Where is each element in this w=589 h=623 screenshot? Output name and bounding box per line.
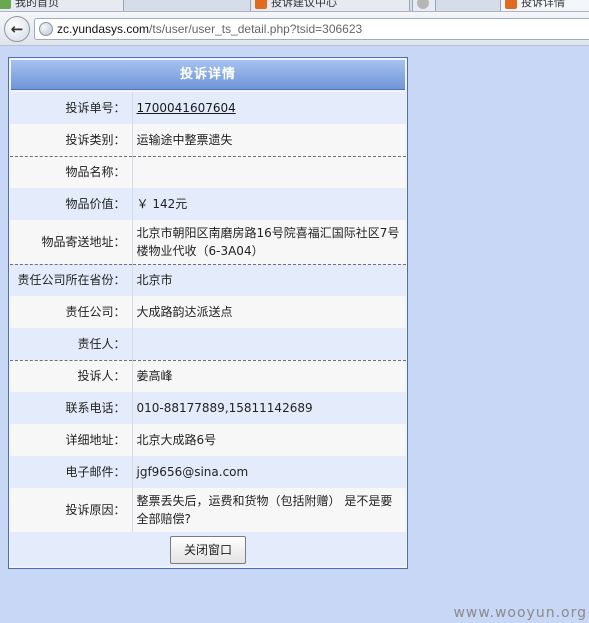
loading-icon [417,0,429,9]
field-label: 物品寄送地址： [10,220,133,264]
row-complaint-reason: 投诉原因： 整票丢失后，运费和货物（包括附赠） 是不是要全部赔偿? [10,488,406,532]
browser-tab-detail[interactable]: 投诉详情 [500,0,589,11]
tab-label: 投诉建议中心 [271,0,337,9]
field-label: 物品价值： [10,188,133,220]
field-label: 责任公司： [10,296,133,328]
close-window-button[interactable]: 关闭窗口 [170,536,246,564]
row-complaint-number: 投诉单号： 1700041607604 [10,92,406,124]
field-label: 投诉类别： [10,124,133,156]
row-responsible-company: 责任公司： 大成路韵达派送点 [10,296,406,328]
browser-nav-bar: ← zc.yundasys.com/ts/user/user_ts_detail… [0,12,589,46]
row-responsible-person: 责任人： [10,328,406,360]
row-item-name: 物品名称： [10,155,406,188]
row-responsible-province: 责任公司所在省份： 北京市 [10,263,406,296]
complaint-detail-panel: 投诉详情 投诉单号： 1700041607604 投诉类别： 运输途中整票遗失 … [8,57,408,569]
field-label: 详细地址： [10,424,133,456]
item-name-value [132,155,406,188]
row-email: 电子邮件： jgf9656@sina.com [10,456,406,488]
row-actions: 关闭窗口 [10,532,406,566]
globe-icon [39,22,53,36]
field-label: 物品名称： [10,155,133,188]
person-value [132,328,406,360]
row-detail-address: 详细地址： 北京大成路6号 [10,424,406,456]
field-label: 联系电话： [10,392,133,424]
province-value: 北京市 [132,263,406,296]
browser-tab-complaint-center[interactable]: 投诉建议中心 [250,0,410,11]
row-complaint-type: 投诉类别： 运输途中整票遗失 [10,124,406,156]
field-label: 电子邮件： [10,456,133,488]
field-label: 责任公司所在省份： [10,263,133,296]
email-value: jgf9656@sina.com [132,456,406,488]
company-value: 大成路韵达派送点 [132,296,406,328]
complaint-number-link[interactable]: 1700041607604 [137,101,236,115]
field-label: 投诉人： [10,359,133,392]
field-label: 责任人： [10,328,133,360]
detail-table: 投诉单号： 1700041607604 投诉类别： 运输途中整票遗失 物品名称：… [10,92,406,566]
complaint-reason-value: 整票丢失后，运费和货物（包括附赠） 是不是要全部赔偿? [132,488,406,532]
item-value-value: ￥ 142元 [132,188,406,220]
complaint-type-value: 运输途中整票遗失 [132,124,406,156]
field-label: 投诉原因： [10,488,133,532]
yunda-icon [505,0,517,9]
field-label: 投诉单号： [10,92,133,124]
detail-address-value: 北京大成路6号 [132,424,406,456]
page-icon [0,0,11,9]
row-complainant: 投诉人： 姜高峰 [10,359,406,392]
arrow-left-icon: ← [10,20,24,38]
back-button[interactable]: ← [4,16,30,42]
row-phone: 联系电话： 010-88177889,15811142689 [10,392,406,424]
tab-label: 投诉详情 [521,0,565,9]
address-bar[interactable]: zc.yundasys.com/ts/user/user_ts_detail.p… [34,18,589,40]
phone-value: 010-88177889,15811142689 [132,392,406,424]
browser-tab-bar: 我的首页 投诉建议中心 投诉详情 [0,0,589,12]
panel-title: 投诉详情 [11,60,405,90]
yunda-icon [255,0,267,9]
browser-tab-loading[interactable] [412,0,436,11]
browser-tab-home[interactable]: 我的首页 [0,0,124,11]
shipping-address-value: 北京市朝阳区南磨房路16号院喜福汇国际社区7号楼物业代收（6-3A04） [132,220,406,264]
url-domain: zc.yundasys.com [57,22,150,36]
row-shipping-address: 物品寄送地址： 北京市朝阳区南磨房路16号院喜福汇国际社区7号楼物业代收（6-3… [10,220,406,264]
row-item-value: 物品价值： ￥ 142元 [10,188,406,220]
watermark: www.wooyun.org [453,605,587,621]
url-path: /ts/user/user_ts_detail.php?tsid=306623 [149,22,363,36]
tab-label: 我的首页 [15,0,59,9]
complainant-value: 姜高峰 [132,359,406,392]
